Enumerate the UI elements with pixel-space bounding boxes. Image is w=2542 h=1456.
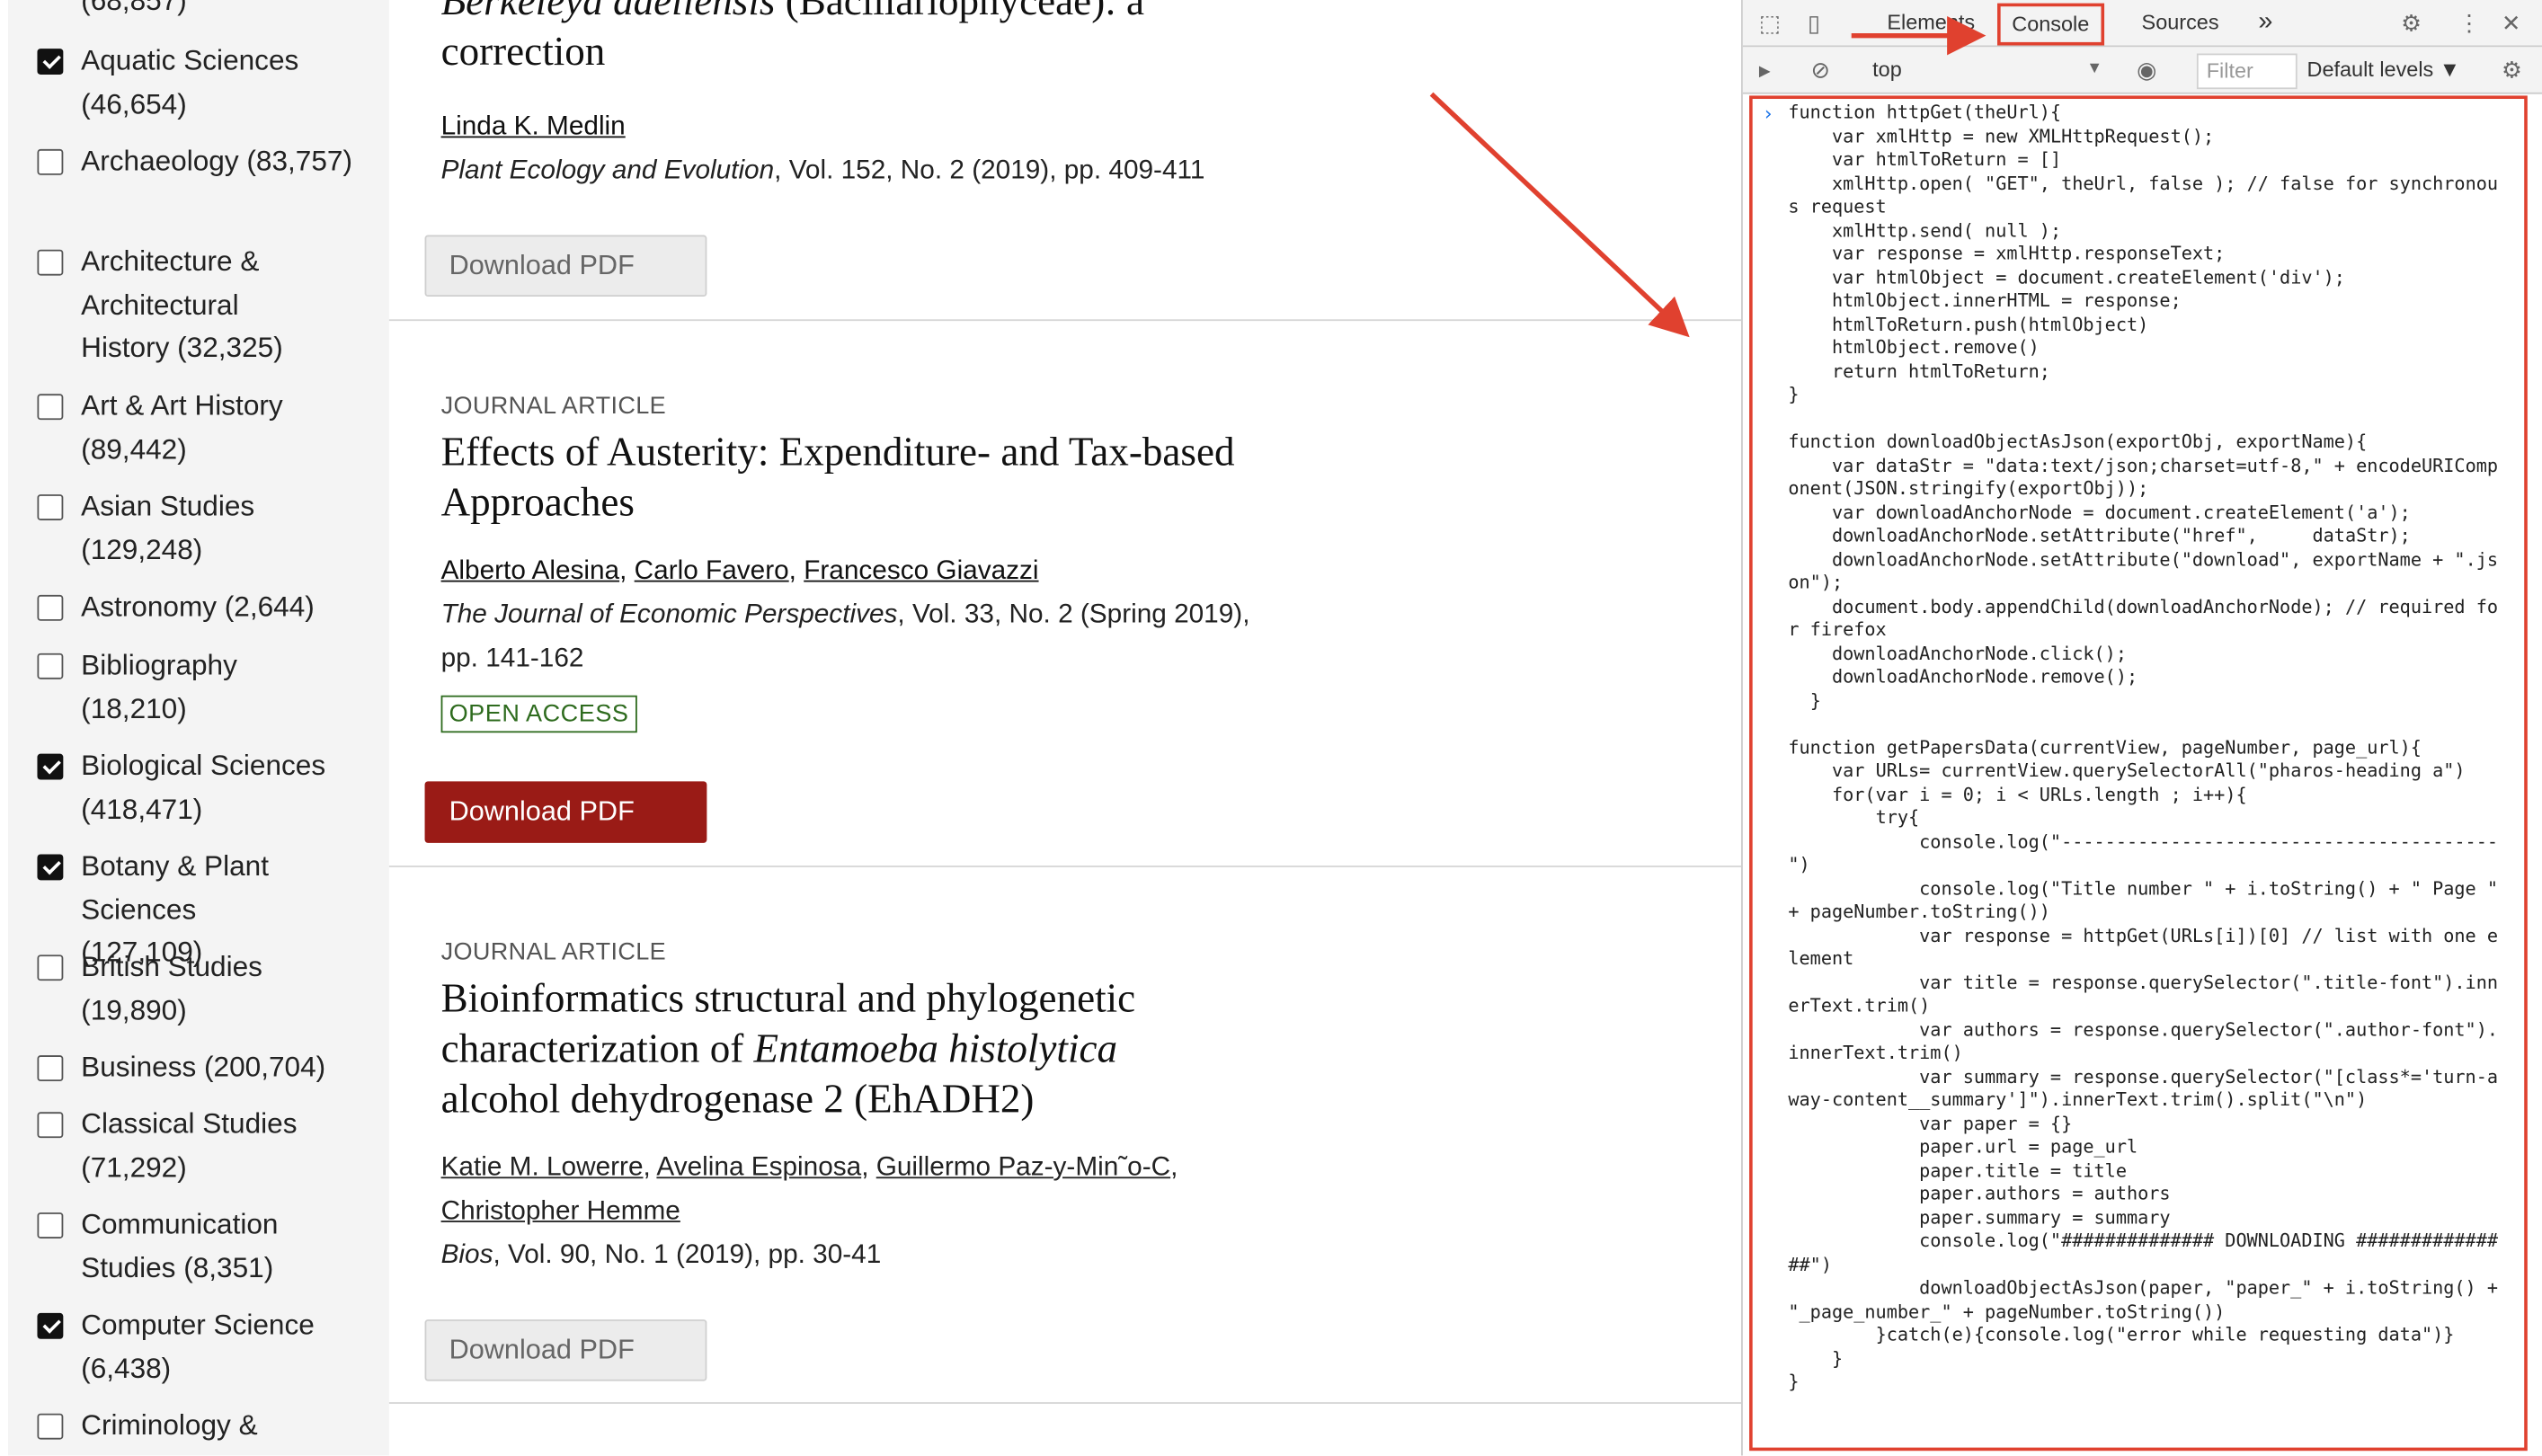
- filter-label: Computer Science (6,438): [81, 1308, 315, 1384]
- filter-label: Art & Art History (89,442): [81, 388, 283, 465]
- filter-input[interactable]: Filter: [2196, 53, 2298, 90]
- checkbox[interactable]: [37, 1112, 64, 1139]
- checkbox[interactable]: [37, 653, 64, 679]
- more-options-icon[interactable]: ⋮: [2458, 0, 2480, 46]
- console-settings-icon[interactable]: ⚙: [2502, 47, 2522, 93]
- author-link[interactable]: Christopher Hemme: [441, 1196, 680, 1225]
- open-access-badge: OPEN ACCESS: [440, 695, 637, 733]
- divider: [388, 1402, 1742, 1404]
- log-levels-dropdown[interactable]: Default levels ▼: [2307, 47, 2460, 93]
- eye-icon[interactable]: ◉: [2137, 47, 2156, 93]
- result-type: JOURNAL ARTICLE: [440, 392, 667, 421]
- device-toolbar-icon[interactable]: ▯: [1808, 0, 1820, 46]
- result-type: JOURNAL ARTICLE: [440, 938, 667, 966]
- tab-sources[interactable]: Sources: [2142, 0, 2219, 46]
- author-link[interactable]: Avelina Espinosa: [656, 1152, 861, 1181]
- result-title[interactable]: Bioinformatics structural and phylogenet…: [441, 974, 1220, 1125]
- filter-label: British Studies (19,890): [81, 949, 262, 1025]
- divider: [388, 319, 1742, 322]
- close-icon[interactable]: ✕: [2502, 0, 2520, 46]
- filter-label: Business (200,704): [81, 1050, 326, 1083]
- filter-label: (68,857): [81, 0, 187, 17]
- sidebar-toggle-icon[interactable]: ▸: [1759, 47, 1771, 93]
- tab-console[interactable]: Console: [1997, 3, 2104, 46]
- result-authors: Linda K. Medlin: [441, 111, 626, 142]
- author-link[interactable]: Katie M. Lowerre: [441, 1152, 644, 1181]
- checkbox[interactable]: [37, 394, 64, 421]
- checkbox[interactable]: [37, 494, 64, 520]
- filter-label: Aquatic Sciences (46,654): [81, 43, 299, 120]
- tab-elements[interactable]: Elements: [1887, 0, 1975, 46]
- result-title[interactable]: Berkeleya adeliensis (Bacillariophyceae)…: [441, 0, 1284, 78]
- more-tabs-icon[interactable]: »: [2258, 0, 2272, 46]
- result-authors: Katie M. Lowerre, Avelina Espinosa, Guil…: [440, 1152, 1178, 1226]
- result-authors: Alberto Alesina, Carlo Favero, Francesco…: [440, 555, 1039, 586]
- gear-icon[interactable]: ⚙: [2401, 0, 2422, 46]
- result-citation: Plant Ecology and Evolution, Vol. 152, N…: [440, 155, 1205, 185]
- filter-label: Architecture & Architectural History (32…: [81, 244, 283, 364]
- checkbox[interactable]: [37, 954, 64, 981]
- checkbox[interactable]: [37, 753, 64, 780]
- console-input-area[interactable]: › function httpGet(theUrl){ var xmlHttp …: [1749, 95, 2528, 1452]
- checkbox[interactable]: [37, 594, 64, 621]
- checkbox[interactable]: [37, 1413, 64, 1440]
- filter-label: Astronomy (2,644): [81, 590, 315, 623]
- checkbox[interactable]: [37, 148, 64, 175]
- checkbox[interactable]: [37, 1312, 64, 1339]
- subject-filter-sidebar: (68,857) Aquatic Sciences (46,654) Archa…: [8, 0, 389, 1456]
- author-link[interactable]: Alberto Alesina: [441, 556, 620, 585]
- checkbox[interactable]: [37, 249, 64, 276]
- author-link[interactable]: Francesco Giavazzi: [804, 556, 1038, 585]
- filter-label: Bibliography (18,210): [81, 648, 237, 724]
- result-citation: The Journal of Economic Perspectives, Vo…: [440, 599, 1250, 673]
- filter-label: Archaeology (83,757): [81, 144, 352, 177]
- chevron-down-icon: ▼: [2086, 59, 2103, 78]
- download-pdf-button[interactable]: Download PDF: [424, 781, 707, 843]
- author-link[interactable]: Carlo Favero: [635, 556, 789, 585]
- console-toolbar: ▸ ⊘ top ▼ ◉ Filter Default levels ▼ ⚙: [1742, 47, 2542, 94]
- clear-console-icon[interactable]: ⊘: [1811, 47, 1830, 93]
- filter-label: Communication Studies (8,351): [81, 1207, 279, 1283]
- search-results: Berkeleya adeliensis (Bacillariophyceae)…: [388, 0, 1742, 1456]
- filter-label: Biological Sciences (418,471): [81, 749, 326, 825]
- divider: [388, 866, 1742, 867]
- filter-label: Criminology &: [81, 1408, 258, 1442]
- result-title[interactable]: Effects of Austerity: Expenditure- and T…: [441, 428, 1284, 528]
- result-citation: Bios, Vol. 90, No. 1 (2019), pp. 30-41: [440, 1239, 882, 1270]
- author-link[interactable]: Guillermo Paz-y-Min˜o-C: [876, 1152, 1170, 1181]
- checkbox[interactable]: [37, 49, 64, 75]
- download-pdf-button[interactable]: Download PDF: [424, 235, 707, 297]
- context-selector[interactable]: top: [1872, 47, 1902, 93]
- filter-label: Classical Studies (71,292): [81, 1106, 298, 1183]
- console-prompt-icon: ›: [1762, 102, 1774, 125]
- download-pdf-button[interactable]: Download PDF: [424, 1319, 707, 1381]
- devtools-tab-bar: ⬚ ▯ Elements Console Sources » ⚙ ⋮ ✕: [1742, 0, 2542, 48]
- author-link[interactable]: Linda K. Medlin: [441, 111, 626, 140]
- checkbox[interactable]: [37, 1212, 64, 1238]
- filter-label: Asian Studies (129,248): [81, 489, 255, 565]
- checkbox[interactable]: [37, 854, 64, 881]
- inspect-element-icon[interactable]: ⬚: [1759, 0, 1781, 46]
- devtools-panel: ⬚ ▯ Elements Console Sources » ⚙ ⋮ ✕ ▸ ⊘…: [1741, 0, 2542, 1456]
- console-code[interactable]: function httpGet(theUrl){ var xmlHttp = …: [1788, 102, 2502, 1395]
- checkbox[interactable]: [37, 1055, 64, 1082]
